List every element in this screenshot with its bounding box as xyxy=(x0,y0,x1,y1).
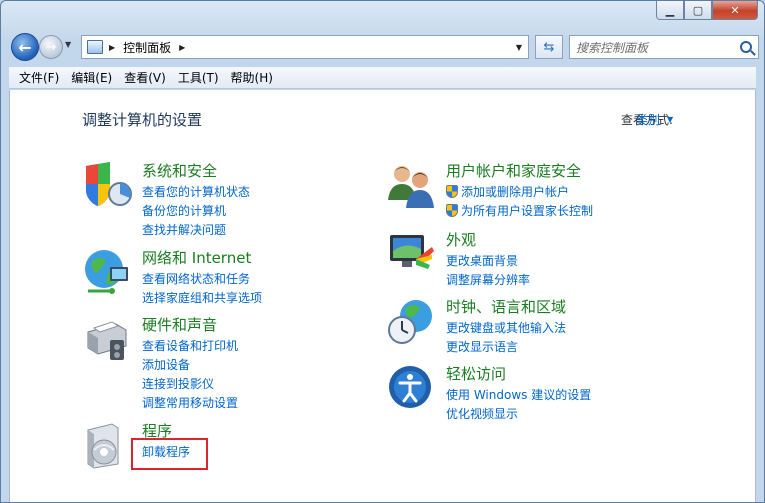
close-icon: ✕ xyxy=(730,3,740,17)
monitor-paint-icon xyxy=(390,235,434,269)
link-backup-computer[interactable]: 备份您的计算机 xyxy=(142,201,250,220)
link-connect-projector[interactable]: 连接到投影仪 xyxy=(142,374,238,393)
back-arrow-icon: ← xyxy=(18,37,32,57)
link-change-keyboard-input[interactable]: 更改键盘或其他输入法 xyxy=(446,318,566,337)
link-mobility-settings[interactable]: 调整常用移动设置 xyxy=(142,393,238,412)
control-panel-window: ▁ ▢ ✕ ← → ▼ ▶ 控制面板 ▶ ▼ ⇆ 搜索控制面板 文件(F) 编辑… xyxy=(0,0,765,503)
refresh-button[interactable]: ⇆ xyxy=(535,35,563,59)
menu-file[interactable]: 文件(F) xyxy=(13,69,65,86)
category-title[interactable]: 轻松访问 xyxy=(446,363,506,384)
link-change-desktop-background[interactable]: 更改桌面背景 xyxy=(446,251,530,270)
menu-edit[interactable]: 编辑(E) xyxy=(65,69,118,86)
menu-view[interactable]: 查看(V) xyxy=(118,69,172,86)
printer-icon xyxy=(87,321,127,360)
link-homegroup-sharing[interactable]: 选择家庭组和共享选项 xyxy=(142,288,262,307)
programs-disc-icon xyxy=(87,423,119,469)
search-box[interactable]: 搜索控制面板 xyxy=(569,35,759,59)
breadcrumb-arrow-icon[interactable]: ▶ xyxy=(179,43,185,52)
link-devices-printers[interactable]: 查看设备和打印机 xyxy=(142,336,238,355)
address-dropdown-icon[interactable]: ▼ xyxy=(516,43,522,52)
category-title[interactable]: 硬件和声音 xyxy=(142,314,217,335)
users-icon xyxy=(388,166,434,208)
search-icon[interactable] xyxy=(740,41,752,53)
link-change-display-language[interactable]: 更改显示语言 xyxy=(446,337,566,356)
caption-buttons: ▁ ▢ ✕ xyxy=(656,1,758,20)
uac-shield-icon xyxy=(446,185,458,198)
ease-of-access-icon xyxy=(389,366,431,408)
category-title[interactable]: 系统和安全 xyxy=(142,160,217,181)
menu-tools[interactable]: 工具(T) xyxy=(172,69,225,86)
link-view-computer-status[interactable]: 查看您的计算机状态 xyxy=(142,182,250,201)
control-panel-icon xyxy=(87,40,103,54)
clock-globe-icon xyxy=(388,300,432,344)
link-optimize-visual-display[interactable]: 优化视频显示 xyxy=(446,404,591,423)
category-title[interactable]: 网络和 Internet xyxy=(142,247,251,268)
close-button[interactable]: ✕ xyxy=(712,1,758,20)
menu-bar: 文件(F) 编辑(E) 查看(V) 工具(T) 帮助(H) xyxy=(9,67,756,89)
address-bar[interactable]: ▶ 控制面板 ▶ ▼ xyxy=(81,35,529,59)
link-add-device[interactable]: 添加设备 xyxy=(142,355,238,374)
view-by-dropdown[interactable]: 类别 xyxy=(636,111,660,128)
search-input[interactable]: 搜索控制面板 xyxy=(576,39,648,56)
refresh-icon: ⇆ xyxy=(543,39,555,55)
category-title[interactable]: 外观 xyxy=(446,229,476,250)
breadcrumb-arrow-icon[interactable]: ▶ xyxy=(109,43,115,52)
link-network-status[interactable]: 查看网络状态和任务 xyxy=(142,269,262,288)
link-recommended-settings[interactable]: 使用 Windows 建议的设置 xyxy=(446,385,591,404)
navigation-bar: ← → ▼ ▶ 控制面板 ▶ ▼ ⇆ 搜索控制面板 xyxy=(9,31,759,63)
link-troubleshoot[interactable]: 查找并解决问题 xyxy=(142,220,250,239)
menu-help[interactable]: 帮助(H) xyxy=(225,69,279,86)
minimize-icon: ▁ xyxy=(665,3,675,17)
forward-arrow-icon: → xyxy=(45,39,57,55)
link-parental-controls[interactable]: 为所有用户设置家长控制 xyxy=(446,201,593,220)
category-title[interactable]: 用户帐户和家庭安全 xyxy=(446,160,581,181)
link-add-remove-accounts[interactable]: 添加或删除用户帐户 xyxy=(446,182,593,201)
maximize-button[interactable]: ▢ xyxy=(684,1,712,20)
minimize-button[interactable]: ▁ xyxy=(656,1,684,20)
globe-network-icon xyxy=(85,250,128,294)
breadcrumb-control-panel[interactable]: 控制面板 xyxy=(123,39,171,56)
back-button[interactable]: ← xyxy=(11,33,39,61)
link-adjust-resolution[interactable]: 调整屏幕分辨率 xyxy=(446,270,530,289)
category-title[interactable]: 时钟、语言和区域 xyxy=(446,296,566,317)
maximize-icon: ▢ xyxy=(692,3,704,17)
recent-pages-dropdown[interactable]: ▼ xyxy=(65,40,71,49)
forward-button[interactable]: → xyxy=(39,35,63,59)
uninstall-program-highlight xyxy=(131,438,208,470)
uac-shield-icon xyxy=(446,204,458,217)
view-by-chevron-down-icon[interactable]: ▼ xyxy=(667,115,673,124)
page-title: 调整计算机的设置 xyxy=(82,111,203,129)
content-area: 调整计算机的设置 查看方式: 类别 ▼ 系统和安全 查看您的计算机状态 备份您的… xyxy=(9,90,756,502)
shield-chart-icon xyxy=(86,162,132,206)
